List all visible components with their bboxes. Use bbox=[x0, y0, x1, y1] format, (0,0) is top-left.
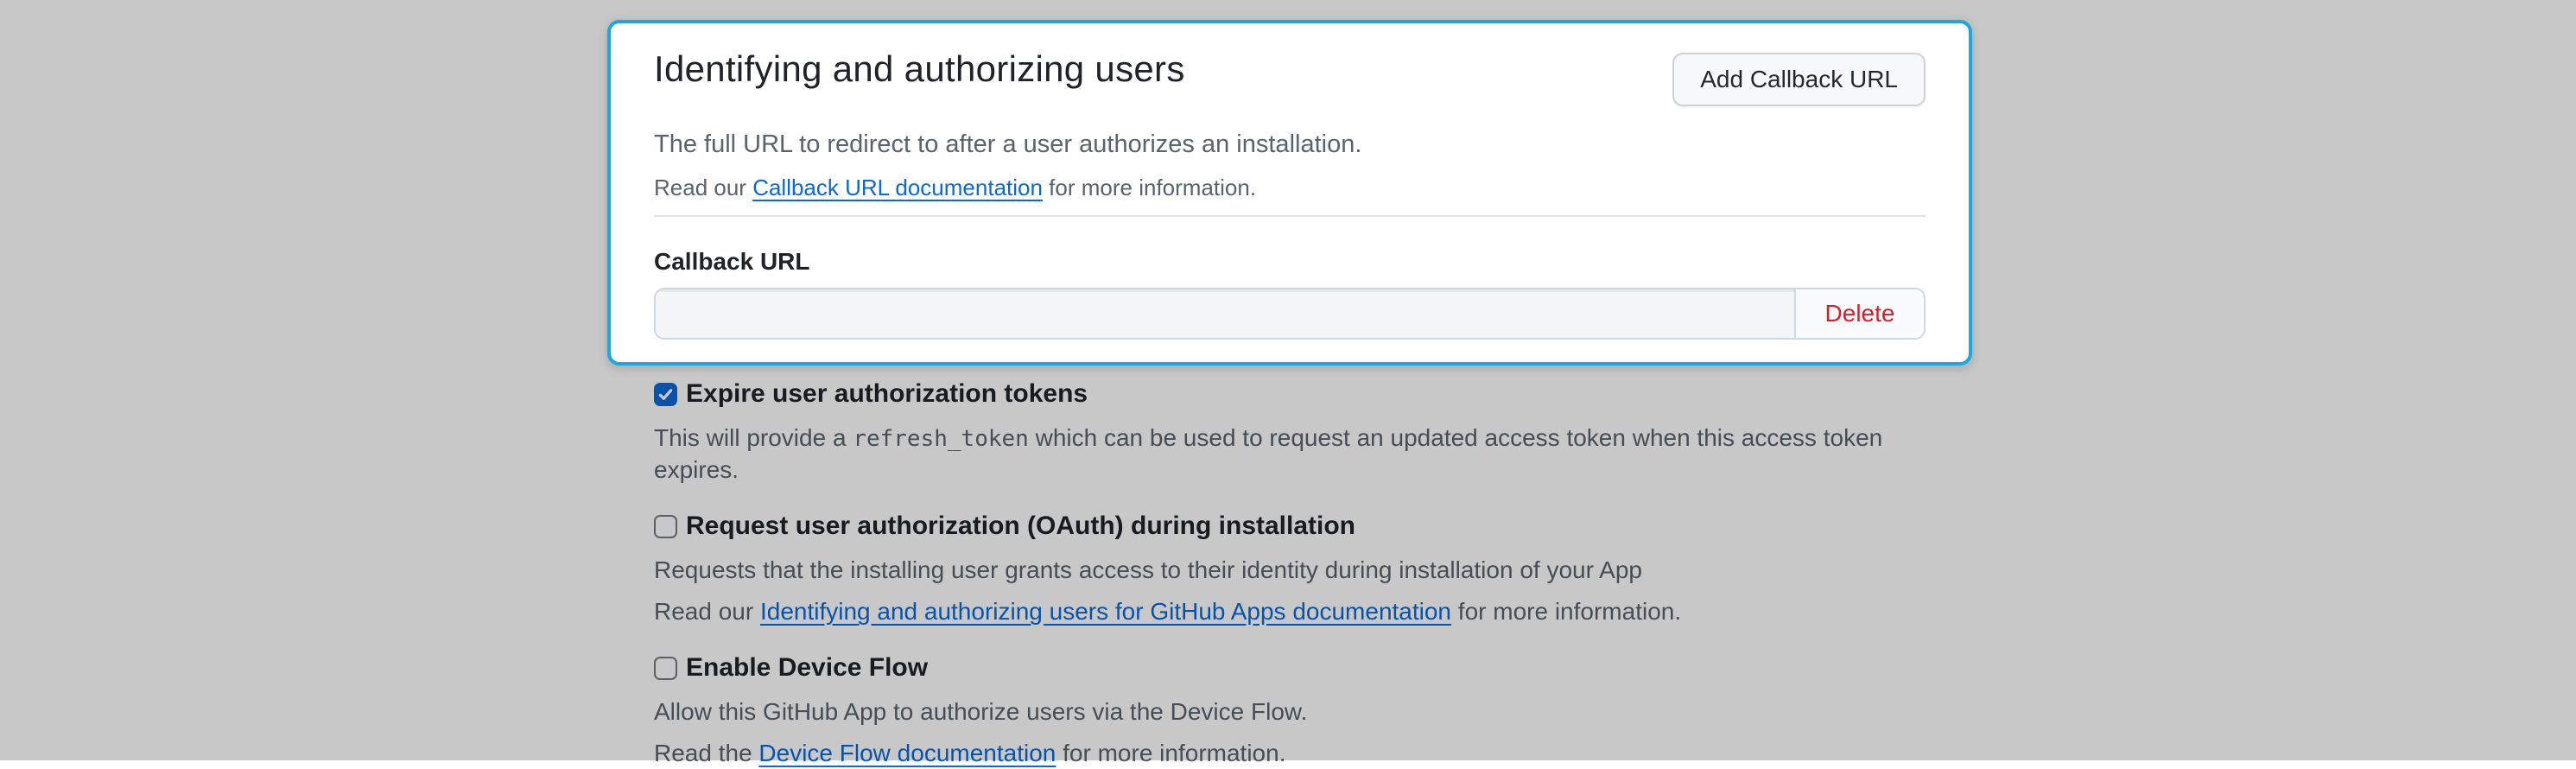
callback-url-doc-link[interactable]: Callback URL documentation bbox=[752, 175, 1043, 200]
option-oauth-during-install: Request user authorization (OAuth) durin… bbox=[654, 512, 1972, 627]
add-callback-url-button[interactable]: Add Callback URL bbox=[1672, 53, 1926, 106]
card-note: Read our Callback URL documentation for … bbox=[654, 172, 1926, 203]
note-text-prefix: Read the bbox=[654, 740, 758, 766]
callback-url-label: Callback URL bbox=[654, 246, 1926, 277]
callback-url-card: Identifying and authorizing users Add Ca… bbox=[607, 20, 1972, 365]
device-flow-checkbox[interactable] bbox=[654, 657, 677, 680]
authorization-options: Expire user authorization tokens This wi… bbox=[607, 379, 1972, 769]
device-flow-doc-link[interactable]: Device Flow documentation bbox=[758, 740, 1056, 766]
card-header: Identifying and authorizing users Add Ca… bbox=[654, 46, 1926, 106]
oauth-during-install-checkbox[interactable] bbox=[654, 515, 677, 538]
expire-tokens-description: This will provide a refresh_token which … bbox=[654, 423, 1972, 486]
delete-callback-url-button[interactable]: Delete bbox=[1794, 289, 1924, 338]
oauth-during-install-label: Request user authorization (OAuth) durin… bbox=[686, 512, 1355, 541]
divider bbox=[654, 215, 1926, 217]
card-description: The full URL to redirect to after a user… bbox=[654, 127, 1926, 162]
note-text-suffix: for more information. bbox=[1451, 598, 1681, 625]
identifying-authorizing-users-doc-link[interactable]: Identifying and authorizing users for Gi… bbox=[760, 598, 1451, 625]
device-flow-description: Allow this GitHub App to authorize users… bbox=[654, 696, 1972, 728]
option-expire-tokens: Expire user authorization tokens This wi… bbox=[654, 379, 1972, 486]
option-device-flow: Enable Device Flow Allow this GitHub App… bbox=[654, 653, 1972, 769]
expire-tokens-checkbox[interactable] bbox=[654, 383, 677, 406]
refresh-token-code: refresh_token bbox=[853, 426, 1029, 452]
device-flow-row[interactable]: Enable Device Flow bbox=[654, 653, 1972, 683]
note-text-prefix: Read our bbox=[654, 175, 752, 200]
card-title: Identifying and authorizing users bbox=[654, 46, 1185, 92]
expire-tokens-row[interactable]: Expire user authorization tokens bbox=[654, 379, 1972, 409]
oauth-during-install-row[interactable]: Request user authorization (OAuth) durin… bbox=[654, 512, 1972, 541]
settings-content: Identifying and authorizing users Add Ca… bbox=[607, 20, 1972, 769]
callback-url-input-group: Delete bbox=[654, 288, 1926, 340]
oauth-during-install-note: Read our Identifying and authorizing use… bbox=[654, 596, 1972, 627]
device-flow-note: Read the Device Flow documentation for m… bbox=[654, 738, 1972, 769]
expire-tokens-label: Expire user authorization tokens bbox=[686, 379, 1088, 409]
callback-url-input[interactable] bbox=[656, 289, 1794, 338]
check-icon bbox=[657, 386, 674, 403]
note-text-suffix: for more information. bbox=[1056, 740, 1285, 766]
note-text-prefix: Read our bbox=[654, 598, 760, 625]
desc-text-before: This will provide a bbox=[654, 424, 853, 451]
note-text-suffix: for more information. bbox=[1043, 175, 1256, 200]
device-flow-label: Enable Device Flow bbox=[686, 653, 928, 683]
oauth-during-install-description: Requests that the installing user grants… bbox=[654, 555, 1972, 586]
